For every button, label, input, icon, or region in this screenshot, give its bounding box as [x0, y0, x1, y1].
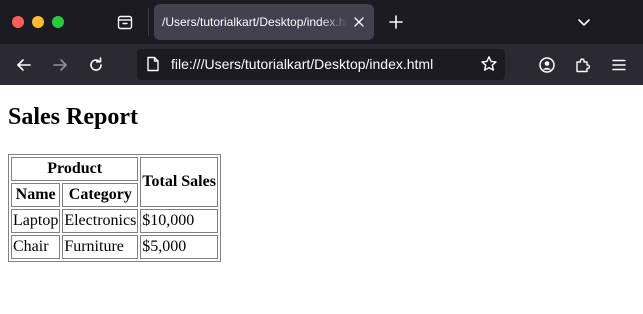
table-cell-category: Electronics — [62, 209, 139, 233]
table-cell-total: $5,000 — [140, 235, 218, 259]
tab-manager-icon[interactable] — [112, 10, 138, 34]
tab-separator — [148, 8, 149, 36]
name-header: Name — [11, 183, 61, 207]
plus-icon[interactable] — [386, 12, 406, 32]
table-row: Laptop Electronics $10,000 — [11, 209, 218, 233]
table-cell-name: Laptop — [11, 209, 61, 233]
nav-toolbar: file:///Users/tutorialkart/Desktop/index… — [0, 44, 643, 85]
table-row: Chair Furniture $5,000 — [11, 235, 218, 259]
table-header-row: Product Total Sales — [11, 157, 218, 207]
browser-window: /Users/tutorialkart/Desktop/index.html f… — [0, 0, 643, 314]
hamburger-icon[interactable] — [606, 52, 632, 78]
account-icon[interactable] — [534, 52, 560, 78]
page-content: Sales Report Product Total Sales Name Ca… — [0, 85, 643, 314]
product-group-header: Product — [11, 157, 139, 181]
window-zoom-button[interactable] — [52, 16, 64, 28]
puzzle-icon[interactable] — [570, 52, 596, 78]
arrow-left-icon[interactable] — [11, 52, 37, 78]
page-icon — [145, 56, 161, 72]
window-close-button[interactable] — [12, 16, 24, 28]
active-tab[interactable]: /Users/tutorialkart/Desktop/index.html — [154, 4, 374, 40]
table-cell-name: Chair — [11, 235, 61, 259]
url-bar[interactable]: file:///Users/tutorialkart/Desktop/index… — [137, 49, 505, 80]
total-sales-header: Total Sales — [140, 157, 218, 207]
tab-title: /Users/tutorialkart/Desktop/index.html — [162, 15, 348, 29]
window-minimize-button[interactable] — [32, 16, 44, 28]
table-cell-category: Furniture — [62, 235, 139, 259]
page-title: Sales Report — [8, 104, 138, 130]
tab-strip: /Users/tutorialkart/Desktop/index.html — [0, 0, 643, 44]
sales-table: Product Total Sales Name Category Laptop… — [8, 154, 221, 262]
reload-icon[interactable] — [83, 52, 109, 78]
arrow-right-icon[interactable] — [47, 52, 73, 78]
star-icon[interactable] — [479, 54, 499, 74]
chevron-down-icon[interactable] — [574, 12, 594, 32]
close-icon[interactable] — [352, 15, 366, 29]
url-text[interactable]: file:///Users/tutorialkart/Desktop/index… — [171, 49, 433, 80]
category-header: Category — [62, 183, 139, 207]
table-cell-total: $10,000 — [140, 209, 218, 233]
